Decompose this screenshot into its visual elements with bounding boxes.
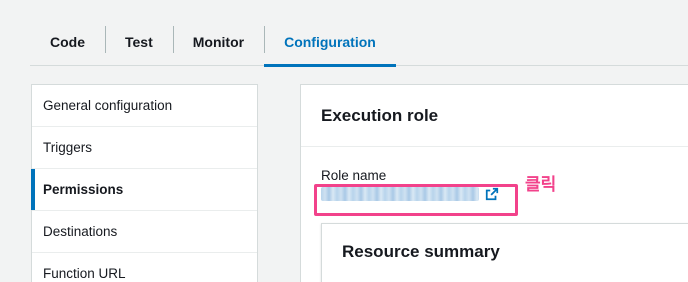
- tab-bar: Code Test Monitor Configuration: [30, 18, 688, 67]
- tab-code[interactable]: Code: [30, 18, 105, 65]
- sidenav-item-permissions[interactable]: Permissions: [31, 169, 257, 211]
- tab-test[interactable]: Test: [105, 18, 173, 65]
- sidenav-item-destinations[interactable]: Destinations: [32, 211, 257, 253]
- click-annotation: 클릭: [525, 175, 557, 195]
- sidenav-item-function-url[interactable]: Function URL: [32, 253, 257, 282]
- tab-monitor[interactable]: Monitor: [172, 18, 264, 65]
- configuration-sidenav: General configuration Triggers Permissio…: [31, 84, 258, 282]
- panel-header: Execution role: [301, 85, 688, 147]
- panel-title: Execution role: [321, 105, 439, 125]
- resource-summary-title: Resource summary: [342, 242, 500, 261]
- click-highlight-box: [314, 184, 518, 216]
- tab-configuration[interactable]: Configuration: [264, 18, 396, 67]
- execution-role-panel: Execution role Role name 클릭 Resource sum…: [300, 84, 688, 282]
- role-name-label: Role name: [321, 168, 387, 183]
- resource-summary-card: Resource summary: [321, 223, 688, 282]
- sidenav-item-triggers[interactable]: Triggers: [32, 127, 257, 169]
- sidenav-item-general-configuration[interactable]: General configuration: [32, 85, 257, 127]
